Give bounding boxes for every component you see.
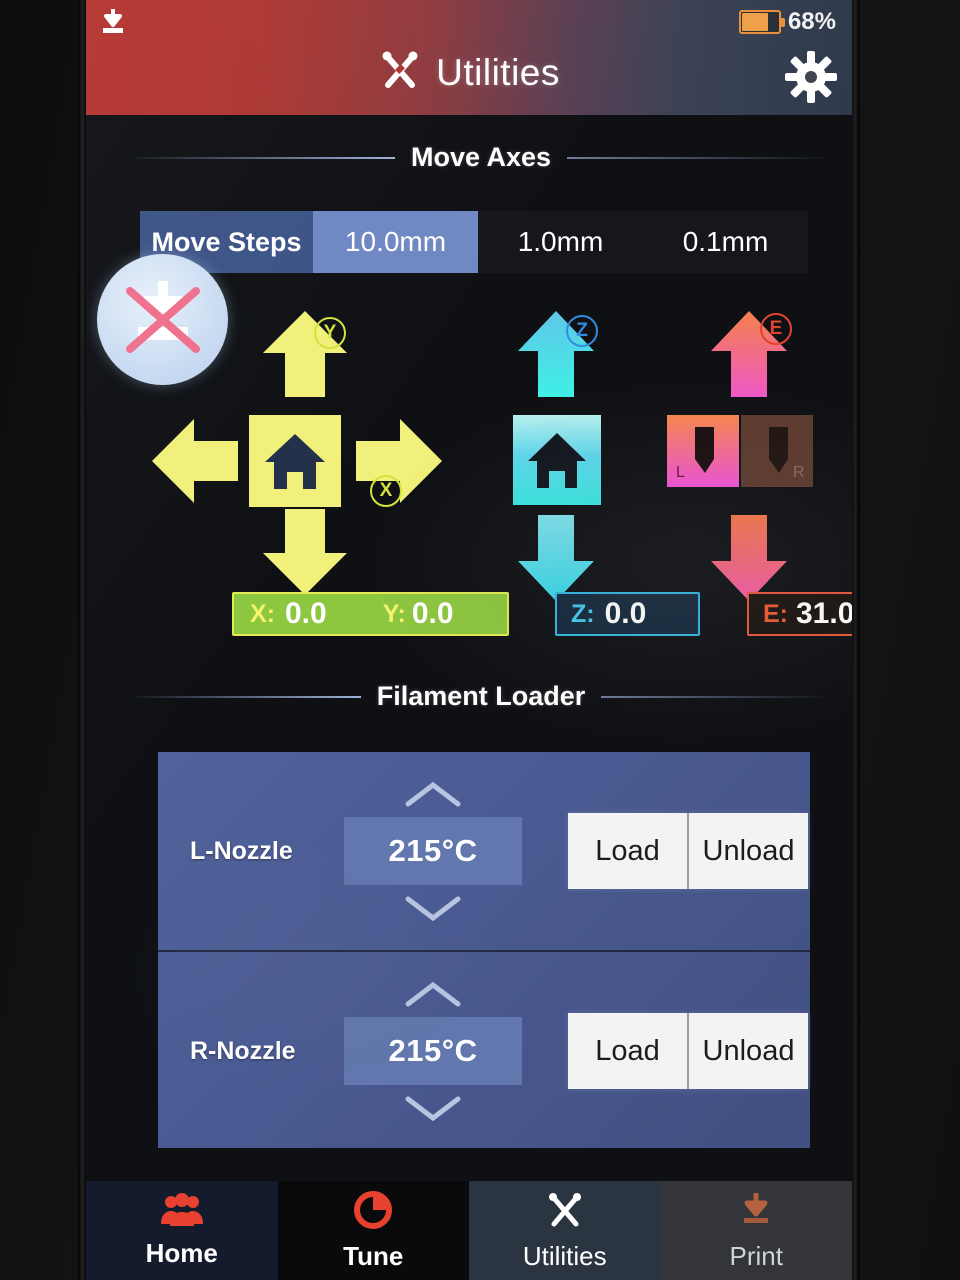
load-unload-group-left: Load Unload [568, 813, 808, 889]
pie-gauge-icon [353, 1190, 393, 1235]
bezel-right [851, 0, 860, 1280]
nozzle-label-right: R-Nozzle [190, 1036, 296, 1065]
z-readout-label: Z: [571, 599, 595, 628]
extruder-left-button[interactable]: L [667, 415, 739, 492]
temperature-stepper-right: 215°C [338, 952, 528, 1150]
bezel-left [78, 0, 86, 1280]
nozzle-label-left: L-Nozzle [190, 836, 293, 865]
x-minus-button[interactable] [148, 417, 240, 510]
chevron-up-icon[interactable] [403, 779, 463, 809]
move-step-option-0.1mm[interactable]: 0.1mm [643, 211, 808, 273]
nav-label-home: Home [145, 1237, 218, 1268]
nav-item-utilities[interactable]: Utilities [469, 1181, 661, 1280]
move-step-option-10mm[interactable]: 10.0mm [313, 211, 478, 273]
nav-item-tune[interactable]: Tune [277, 1181, 469, 1280]
temperature-value-left[interactable]: 215°C [344, 817, 522, 885]
y-readout-value: 0.0 [411, 597, 454, 630]
unload-button-left[interactable]: Unload [687, 813, 808, 889]
print-extrude-icon [736, 1190, 776, 1235]
filament-loader-section-header: Filament Loader [136, 681, 827, 712]
nozzle-row-right: R-Nozzle 215°C Load Unload [158, 950, 810, 1150]
battery-icon [738, 10, 785, 34]
move-step-option-1mm[interactable]: 1.0mm [478, 211, 643, 273]
y-axis-badge: Y [314, 317, 346, 349]
motors-off-toast[interactable] [97, 254, 228, 385]
divider-left [136, 156, 395, 159]
nav-item-print[interactable]: Print [660, 1181, 852, 1280]
filament-loader-panel: L-Nozzle 215°C Load Unload R-Nozzle 215°… [158, 752, 810, 1148]
y-readout-label: Y: [382, 599, 406, 628]
load-button-left[interactable]: Load [568, 813, 687, 889]
divider-left [136, 695, 361, 698]
svg-text:R: R [793, 464, 805, 481]
chevron-down-icon[interactable] [403, 893, 463, 923]
people-icon [159, 1192, 205, 1232]
divider-right [567, 156, 826, 159]
xy-position-readout: X: 0.0 Y: 0.0 [232, 592, 509, 636]
move-axes-section-header: Move Axes [136, 142, 826, 173]
divider-right [601, 695, 827, 698]
e-position-readout: E: 31.0 [747, 592, 852, 636]
extruder-right-button[interactable]: R [741, 415, 813, 492]
tools-crossed-icon [378, 48, 422, 97]
x-axis-badge: X [370, 475, 402, 507]
chevron-down-icon[interactable] [403, 1093, 463, 1123]
print-extrude-icon[interactable] [96, 5, 130, 39]
filament-loader-title: Filament Loader [376, 681, 586, 711]
touchscreen: 68% Utilities Move Axes Move Steps 10.0m… [86, 0, 852, 1280]
device-body: 68% Utilities Move Axes Move Steps 10.0m… [0, 0, 960, 1280]
move-axes-title: Move Axes [410, 142, 552, 172]
gear-icon[interactable] [784, 50, 838, 104]
app-header: 68% Utilities [86, 0, 852, 115]
nav-label-print: Print [729, 1240, 783, 1271]
battery-percent-label: 68% [787, 8, 836, 35]
header-title-group: Utilities [86, 48, 852, 97]
e-readout-value: 31.0 [796, 597, 852, 630]
x-readout-value: 0.0 [285, 597, 327, 630]
home-z-button[interactable] [513, 415, 601, 510]
load-button-right[interactable]: Load [568, 1013, 687, 1089]
unload-button-right[interactable]: Unload [687, 1013, 808, 1089]
e-axis-badge: E [760, 313, 792, 345]
battery-status: 68% [738, 8, 836, 36]
e-readout-label: E: [763, 599, 788, 628]
battery-fill [741, 13, 768, 31]
nav-label-utilities: Utilities [522, 1240, 607, 1271]
y-minus-button[interactable] [261, 507, 349, 604]
z-readout-value: 0.0 [604, 597, 647, 630]
temperature-stepper-left: 215°C [338, 752, 528, 950]
home-xy-button[interactable] [249, 415, 341, 512]
x-readout-label: X: [250, 599, 275, 628]
z-position-readout: Z: 0.0 [555, 592, 700, 636]
svg-text:L: L [676, 464, 685, 481]
load-unload-group-right: Load Unload [568, 1013, 808, 1089]
nozzle-row-left: L-Nozzle 215°C Load Unload [158, 752, 810, 950]
nav-label-tune: Tune [343, 1240, 404, 1271]
z-axis-badge: Z [566, 315, 598, 347]
bottom-navigation: Home Tune Utilities Print [86, 1181, 852, 1280]
move-steps-selector: Move Steps 10.0mm 1.0mm 0.1mm [140, 211, 808, 273]
tools-crossed-icon [545, 1190, 585, 1235]
page-title: Utilities [436, 51, 560, 93]
chevron-up-icon[interactable] [403, 979, 463, 1009]
motors-off-crossed-icon [125, 280, 200, 353]
temperature-value-right[interactable]: 215°C [344, 1017, 522, 1085]
nav-item-home[interactable]: Home [86, 1181, 278, 1280]
